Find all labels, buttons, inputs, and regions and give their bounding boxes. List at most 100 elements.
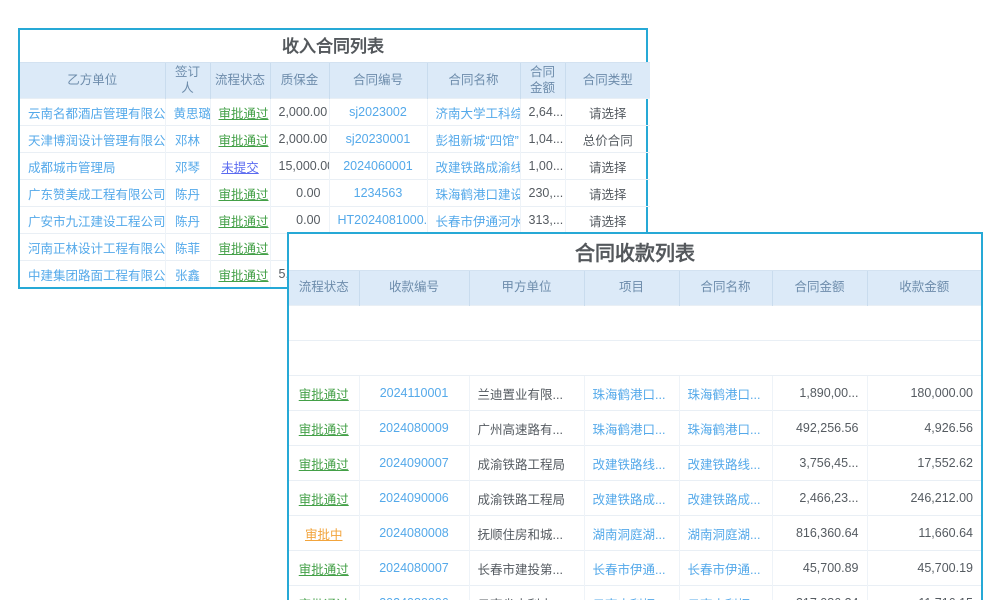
contract-amount-cell: 317,086.34: [772, 586, 867, 600]
receipt-no-link[interactable]: 2024080006: [359, 586, 469, 600]
col-header-party-a: 甲方单位: [469, 271, 584, 306]
contract-name-link[interactable]: 改建铁路线...: [679, 446, 772, 481]
contract-name-link[interactable]: 济南大学工科综...: [427, 99, 520, 126]
status-link[interactable]: 审批通过: [289, 376, 359, 411]
receipt-amount-cell: 45,700.19: [867, 551, 981, 586]
receipt-no-link[interactable]: 2024110001: [359, 376, 469, 411]
party-b-link[interactable]: 云南名都酒店管理有限公司: [20, 99, 165, 126]
col-header-receipt-no: 收款编号: [359, 271, 469, 306]
deposit-cell: 2,000.00: [270, 126, 329, 153]
contract-name-link[interactable]: 珠海鹤港口...: [679, 411, 772, 446]
project-link[interactable]: 湖南洞庭湖...: [584, 516, 679, 551]
signer-link[interactable]: 陈丹: [165, 207, 210, 234]
receipt-table-row: 审批通过 2024090006 成渝铁路工程局 改建铁路成... 改建铁路成..…: [289, 481, 981, 516]
contract-type-select[interactable]: 请选择: [565, 99, 650, 126]
amount-cell: 1,00...: [520, 153, 565, 180]
status-link[interactable]: 审批通过: [289, 586, 359, 600]
signer-link[interactable]: 邓林: [165, 126, 210, 153]
contract-no-link[interactable]: 1234563: [329, 180, 427, 207]
receipt-table-title: 合同收款列表: [289, 234, 981, 270]
col-header-deposit: 质保金: [270, 63, 329, 99]
receipt-amount-cell: 180,000.00: [867, 376, 981, 411]
contract-name-link[interactable]: 改建铁路成...: [679, 481, 772, 516]
receipt-table-row: 审批通过 2024080006 云南省水利水... 云南水利枢... 云南水利枢…: [289, 586, 981, 600]
col-header-party-b: 乙方单位: [20, 63, 165, 99]
status-link[interactable]: 审批通过: [210, 126, 270, 153]
contract-no-link[interactable]: 2024060001: [329, 153, 427, 180]
contract-type-select[interactable]: 请选择: [565, 207, 650, 234]
project-link[interactable]: 改建铁路成...: [584, 481, 679, 516]
signer-link[interactable]: 黄思璐: [165, 99, 210, 126]
receipt-no-link[interactable]: 2024080009: [359, 411, 469, 446]
project-link[interactable]: 珠海鹤港口...: [584, 376, 679, 411]
status-link[interactable]: 审批通过: [210, 261, 270, 288]
income-table-title: 收入合同列表: [20, 30, 646, 62]
page: 收入合同列表 乙方单位 签订人 流程状态 质保金 合同编号 合同名称 合同金额 …: [0, 0, 1000, 600]
project-link[interactable]: 珠海鹤港口...: [584, 411, 679, 446]
amount-cell: 2,64...: [520, 99, 565, 126]
status-link[interactable]: 审批中: [289, 516, 359, 551]
contract-name-link[interactable]: 长春市伊通...: [679, 551, 772, 586]
contract-name-link[interactable]: 云南水利枢...: [679, 586, 772, 600]
party-b-link[interactable]: 广东赞美成工程有限公司: [20, 180, 165, 207]
deposit-cell: 2,000.00: [270, 99, 329, 126]
party-a-cell: 抚顺住房和城...: [469, 516, 584, 551]
signer-link[interactable]: 陈丹: [165, 180, 210, 207]
col-header-contract-no: 合同编号: [329, 63, 427, 99]
receipt-table-row: 审批通过 2024090007 成渝铁路工程局 改建铁路线... 改建铁路线..…: [289, 446, 981, 481]
status-link[interactable]: 审批通过: [210, 207, 270, 234]
project-link[interactable]: 长春市伊通...: [584, 551, 679, 586]
contract-amount-cell: 3,756,45...: [772, 446, 867, 481]
contract-type-select[interactable]: 请选择: [565, 153, 650, 180]
income-table-row: 天津博润设计管理有限公司 邓林 审批通过 2,000.00 sj20230001…: [20, 126, 650, 153]
contract-name-link[interactable]: 珠海鹤港口...: [679, 376, 772, 411]
receipt-no-link[interactable]: 2024090006: [359, 481, 469, 516]
status-link[interactable]: 审批通过: [210, 99, 270, 126]
signer-link[interactable]: 邓琴: [165, 153, 210, 180]
contract-name-link[interactable]: 湖南洞庭湖...: [679, 516, 772, 551]
receipt-no-link[interactable]: 2024080008: [359, 516, 469, 551]
receipt-no-link[interactable]: 2024080007: [359, 551, 469, 586]
contract-name-link[interactable]: 珠海鹤港口建设...: [427, 180, 520, 207]
status-link[interactable]: 未提交: [210, 153, 270, 180]
party-b-link[interactable]: 中建集团路面工程有限公司: [20, 261, 165, 288]
contract-name-link[interactable]: 彭祖新城“四馆”...: [427, 126, 520, 153]
party-b-link[interactable]: 河南正林设计工程有限公司: [20, 234, 165, 261]
contract-no-link[interactable]: sj2023002: [329, 99, 427, 126]
amount-cell: 1,04...: [520, 126, 565, 153]
contract-amount-cell: 492,256.56: [772, 411, 867, 446]
deposit-cell: 0.00: [270, 180, 329, 207]
contract-no-link[interactable]: HT2024081000...: [329, 207, 427, 234]
contract-no-link[interactable]: sj20230001: [329, 126, 427, 153]
contract-type-select[interactable]: 请选择: [565, 180, 650, 207]
col-header-signer: 签订人: [165, 63, 210, 99]
party-a-cell: 兰迪置业有限...: [469, 376, 584, 411]
party-b-link[interactable]: 天津博润设计管理有限公司: [20, 126, 165, 153]
signer-link[interactable]: 陈菲: [165, 234, 210, 261]
status-link[interactable]: 审批通过: [289, 411, 359, 446]
project-link[interactable]: 云南水利枢...: [584, 586, 679, 600]
col-header-receipt-amount: 收款金额: [867, 271, 981, 306]
receipt-table-row: 审批通过 2024080007 长春市建投第... 长春市伊通... 长春市伊通…: [289, 551, 981, 586]
status-link[interactable]: 审批通过: [289, 551, 359, 586]
party-b-link[interactable]: 广安市九江建设工程公司: [20, 207, 165, 234]
signer-link[interactable]: 张鑫: [165, 261, 210, 288]
receipt-amount-cell: 11,716.15: [867, 586, 981, 600]
col-header-project: 项目: [584, 271, 679, 306]
contract-name-link[interactable]: 长春市伊通河水...: [427, 207, 520, 234]
project-link[interactable]: 改建铁路线...: [584, 446, 679, 481]
contract-name-link[interactable]: 改建铁路成渝线...: [427, 153, 520, 180]
col-header-amount: 合同金额: [520, 63, 565, 99]
receipt-no-link[interactable]: 2024090007: [359, 446, 469, 481]
receipt-table-panel: 合同收款列表 流程状态 收款编号 甲方单位 项目 合同名称 合同金额 收款金额: [287, 232, 983, 600]
party-b-link[interactable]: 成都城市管理局: [20, 153, 165, 180]
party-a-cell: 长春市建投第...: [469, 551, 584, 586]
contract-type-select[interactable]: 总价合同: [565, 126, 650, 153]
status-link[interactable]: 审批通过: [210, 234, 270, 261]
status-link[interactable]: 审批通过: [289, 446, 359, 481]
col-header-contract-amount: 合同金额: [772, 271, 867, 306]
receipt-amount-cell: 4,926.56: [867, 411, 981, 446]
status-link[interactable]: 审批通过: [289, 481, 359, 516]
receipt-table: 流程状态 收款编号 甲方单位 项目 合同名称 合同金额 收款金额 审批通过 20…: [289, 270, 981, 600]
status-link[interactable]: 审批通过: [210, 180, 270, 207]
